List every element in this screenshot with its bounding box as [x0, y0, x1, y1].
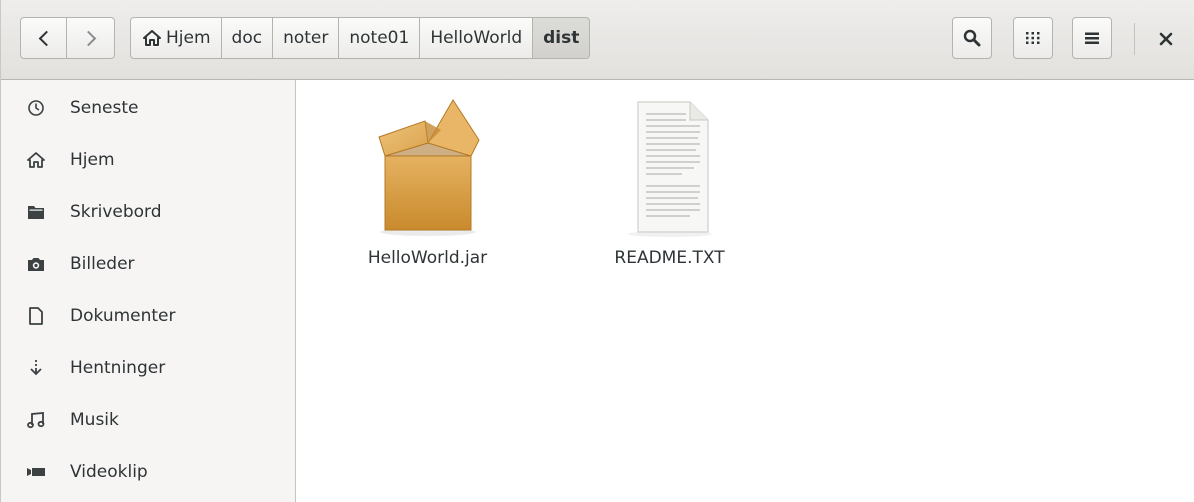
breadcrumb-note01[interactable]: note01 — [339, 17, 421, 59]
sidebar-item-hentninger[interactable]: Hentninger — [1, 342, 295, 394]
text-file-icon — [627, 101, 712, 237]
view-mode-button[interactable] — [1013, 17, 1053, 59]
sidebar-item-dokumenter[interactable]: Dokumenter — [1, 290, 295, 342]
sidebar-item-videoklip[interactable]: Videoklip — [1, 446, 295, 498]
file-item-helloworld-jar[interactable]: HelloWorld.jar — [355, 94, 500, 268]
file-name: README.TXT — [614, 248, 725, 268]
breadcrumb-label: Hjem — [166, 28, 211, 48]
hamburger-menu-icon — [1085, 32, 1099, 44]
search-icon — [963, 29, 981, 47]
grid-view-icon — [1026, 32, 1040, 44]
sidebar-item-label: Hjem — [70, 150, 115, 170]
sidebar-item-label: Hentninger — [70, 358, 166, 378]
forward-button[interactable] — [67, 17, 115, 59]
breadcrumb-label: HelloWorld — [430, 28, 523, 48]
music-icon — [26, 410, 46, 430]
sidebar-item-skrivebord[interactable]: Skrivebord — [1, 186, 295, 238]
home-icon — [26, 150, 46, 170]
file-view: HelloWorld.jar README.TXT — [297, 80, 1194, 502]
download-icon — [26, 358, 46, 378]
breadcrumb-doc[interactable]: doc — [221, 17, 274, 59]
breadcrumb-label: dist — [543, 28, 580, 48]
header-bar: Hjem doc noter note01 HelloWorld dist — [1, 0, 1194, 80]
file-name: HelloWorld.jar — [367, 248, 488, 268]
breadcrumb-label: doc — [231, 28, 263, 48]
search-button[interactable] — [952, 17, 992, 59]
chevron-left-icon — [38, 30, 54, 46]
home-icon — [143, 30, 161, 46]
video-icon — [26, 462, 46, 482]
file-manager-window: Hjem doc noter note01 HelloWorld dist Se… — [0, 0, 1194, 502]
sidebar-item-hjem[interactable]: Hjem — [1, 134, 295, 186]
sidebar-item-label: Musik — [70, 410, 119, 430]
back-button[interactable] — [20, 17, 67, 59]
sidebar-item-label: Billeder — [70, 254, 135, 274]
breadcrumb-noter[interactable]: noter — [273, 17, 340, 59]
sidebar-item-label: Seneste — [70, 98, 139, 118]
breadcrumb: Hjem doc noter note01 HelloWorld dist — [130, 17, 591, 59]
document-icon — [26, 306, 46, 326]
breadcrumb-label: note01 — [349, 28, 410, 48]
header-separator — [1134, 23, 1135, 55]
close-button[interactable] — [1153, 26, 1179, 52]
breadcrumb-helloworld[interactable]: HelloWorld — [420, 17, 534, 59]
sidebar-item-label: Videoklip — [70, 462, 148, 482]
camera-icon — [26, 254, 46, 274]
sidebar-item-label: Skrivebord — [70, 202, 162, 222]
breadcrumb-home[interactable]: Hjem — [130, 17, 222, 59]
clock-icon — [26, 98, 46, 118]
chevron-right-icon — [80, 30, 96, 46]
sidebar-item-musik[interactable]: Musik — [1, 394, 295, 446]
sidebar-item-billeder[interactable]: Billeder — [1, 238, 295, 290]
sidebar-item-seneste[interactable]: Seneste — [1, 82, 295, 134]
sidebar: Seneste Hjem Skrivebord Billeder Dokumen… — [1, 80, 296, 502]
sidebar-item-label: Dokumenter — [70, 306, 176, 326]
breadcrumb-label: noter — [283, 28, 329, 48]
folder-icon — [26, 202, 46, 222]
close-icon — [1159, 32, 1173, 46]
file-item-readme-txt[interactable]: README.TXT — [597, 100, 742, 268]
breadcrumb-dist[interactable]: dist — [533, 17, 591, 59]
menu-button[interactable] — [1072, 17, 1112, 59]
package-icon — [377, 99, 480, 236]
